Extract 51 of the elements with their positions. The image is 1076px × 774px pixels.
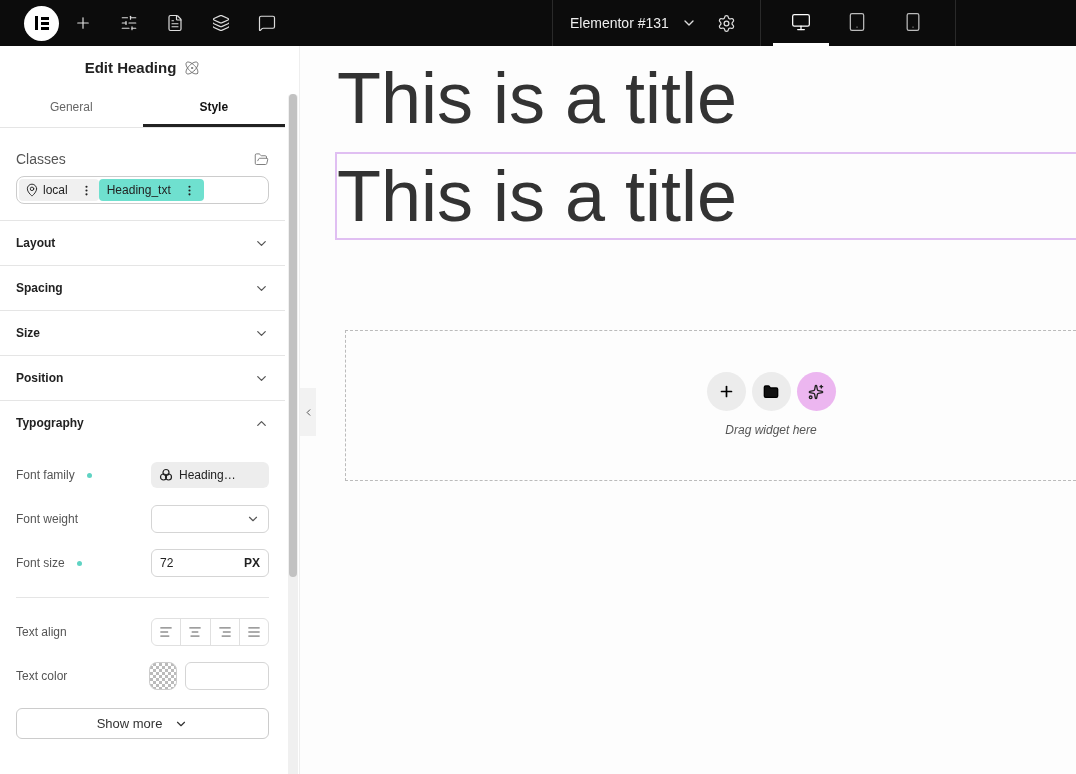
- desktop-icon: [790, 11, 811, 32]
- location-pin-icon: [25, 183, 39, 197]
- drop-hint: Drag widget here: [725, 422, 817, 439]
- logo-icon[interactable]: [24, 5, 59, 41]
- align-icon: [217, 625, 232, 639]
- settings-icon: [716, 13, 736, 33]
- comment-icon: [258, 14, 276, 32]
- heading-text[interactable]: This is a title: [335, 152, 1076, 240]
- align-icon: [188, 625, 203, 639]
- heading-text[interactable]: This is a title: [335, 54, 1076, 142]
- ai-button[interactable]: [796, 372, 836, 411]
- section-header[interactable]: Layout: [0, 221, 285, 265]
- collapse-panel-handle[interactable]: [300, 388, 316, 436]
- field-label: Font family: [16, 467, 75, 484]
- show-more-button[interactable]: Show more: [16, 708, 269, 739]
- align-icon: [159, 625, 174, 639]
- page-title-dropdown[interactable]: Elementor #131: [570, 12, 697, 34]
- folder-icon[interactable]: [254, 152, 269, 167]
- font-family-select[interactable]: Heading…: [151, 462, 269, 488]
- field-label: Font weight: [16, 511, 79, 528]
- section-header[interactable]: Position: [0, 356, 285, 400]
- settings-button[interactable]: [716, 13, 736, 33]
- panel-tab[interactable]: Style: [142, 90, 285, 127]
- class-chip[interactable]: Heading_txt: [98, 179, 204, 201]
- layers-icon: [212, 14, 230, 32]
- section-header[interactable]: Size: [0, 311, 285, 355]
- font-size-field[interactable]: 72 PX: [151, 549, 269, 577]
- classes-label: Classes: [16, 150, 66, 169]
- folder-button[interactable]: [751, 372, 791, 411]
- circles-icon: [159, 468, 173, 482]
- field-label: Text color: [16, 668, 68, 685]
- section-header[interactable]: Typography: [0, 401, 285, 445]
- panel-tab[interactable]: General: [0, 90, 143, 127]
- align-icon: [246, 625, 261, 639]
- class-chip[interactable]: local: [19, 179, 99, 201]
- unit-select[interactable]: PX: [244, 554, 260, 572]
- field-label: Text align: [16, 624, 67, 641]
- atom-icon: [184, 60, 201, 76]
- sparkles-icon: [808, 383, 824, 400]
- color-swatch[interactable]: [149, 662, 177, 690]
- classes-field[interactable]: local Heading_txt: [16, 176, 269, 204]
- add-icon: [74, 14, 92, 32]
- document-icon: [166, 14, 184, 32]
- section-header[interactable]: Spacing: [0, 266, 285, 310]
- color-input[interactable]: [185, 662, 269, 690]
- add-button[interactable]: [706, 372, 746, 411]
- folder-icon: [763, 383, 779, 400]
- scrollbar[interactable]: [288, 94, 298, 774]
- field-label: Font size: [16, 555, 65, 572]
- panel-title: Edit Heading: [84, 57, 177, 78]
- sliders-icon: [120, 14, 138, 32]
